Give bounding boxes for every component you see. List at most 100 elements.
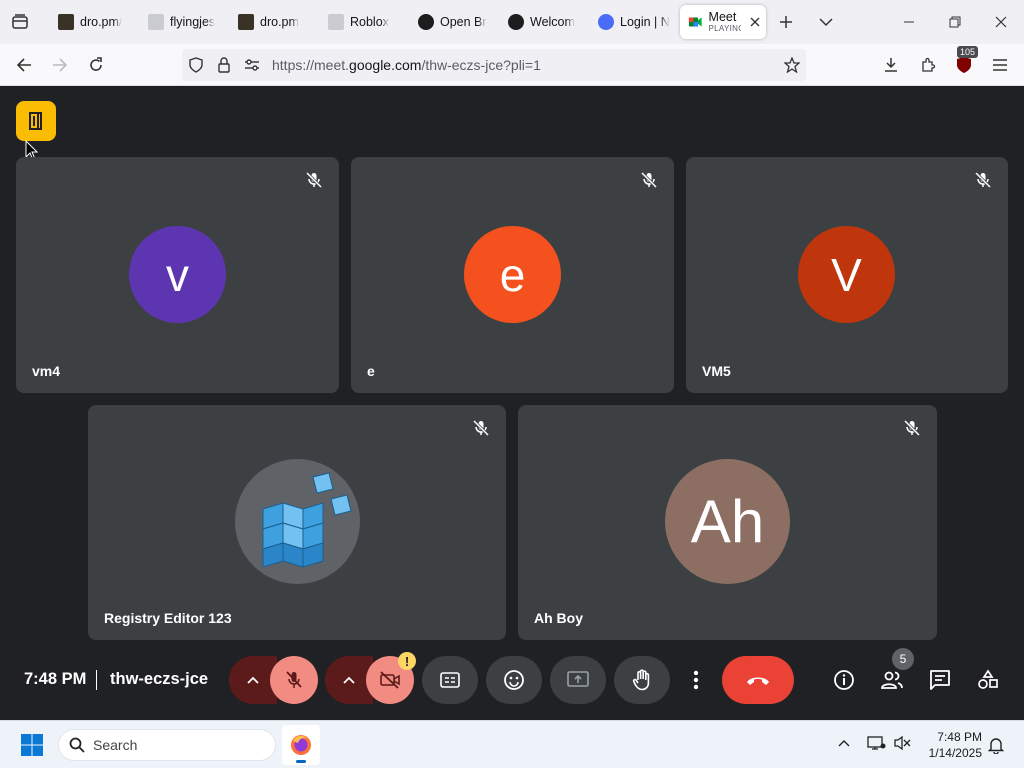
- reactions-button[interactable]: [486, 656, 542, 704]
- firefox-taskbar-button[interactable]: [282, 725, 320, 765]
- end-call-icon: [747, 677, 769, 685]
- ublock-shield-icon: [957, 57, 971, 73]
- muted-mic-icon: [974, 171, 992, 189]
- taskbar-search-box[interactable]: Search: [58, 729, 276, 761]
- tab-list-button[interactable]: [0, 0, 40, 44]
- participant-tile[interactable]: Ah Ah Boy: [518, 405, 937, 640]
- registry-editor-icon: [262, 471, 352, 568]
- download-icon: [885, 58, 897, 72]
- mic-off-icon: [286, 671, 302, 688]
- reload-button[interactable]: [81, 50, 111, 80]
- browser-tab[interactable]: flyingjes: [140, 5, 230, 39]
- forward-arrow-icon: [53, 58, 68, 72]
- url-text[interactable]: https://meet.google.com/thw-eczs-jce?pli…: [272, 57, 541, 73]
- browser-tab[interactable]: Welcom: [500, 5, 590, 39]
- browser-tab[interactable]: dro.pm/: [50, 5, 140, 39]
- meet-favicon-icon: [688, 17, 702, 27]
- present-screen-button[interactable]: [550, 656, 606, 704]
- chat-icon: [930, 670, 950, 690]
- tab-favicon-icon: [148, 14, 164, 30]
- browser-tab[interactable]: Open Br: [410, 5, 500, 39]
- back-arrow-icon: [16, 58, 31, 72]
- muted-mic-icon: [640, 171, 658, 189]
- browser-tab[interactable]: Roblox: [320, 5, 410, 39]
- muted-mic-icon: [472, 419, 490, 437]
- list-all-tabs-button[interactable]: [806, 0, 846, 44]
- chevron-up-icon: [247, 676, 259, 684]
- emoji-icon: [504, 670, 524, 690]
- shield-icon: [189, 57, 203, 73]
- more-options-button[interactable]: [678, 656, 714, 704]
- close-icon: [750, 17, 760, 27]
- site-permissions-button[interactable]: [238, 49, 266, 81]
- warning-badge: !: [398, 652, 416, 670]
- present-screen-icon: [567, 671, 589, 687]
- meeting-code: thw-eczs-jce: [110, 670, 209, 688]
- firefox-icon: [291, 735, 311, 755]
- puzzle-icon: [922, 57, 936, 72]
- participant-avatar: e: [464, 226, 561, 323]
- close-icon: [995, 16, 1007, 28]
- search-icon: [69, 737, 85, 753]
- participant-name: vm4: [32, 363, 61, 379]
- microphone-toggle-button[interactable]: [270, 656, 318, 704]
- close-window-button[interactable]: [978, 0, 1024, 44]
- hand-icon: [632, 669, 650, 691]
- participant-tile[interactable]: v vm4: [16, 157, 339, 393]
- minimize-button[interactable]: [886, 0, 932, 44]
- tab-strip: dro.pm/ flyingjes dro.pm Roblox Open Br …: [0, 0, 1024, 44]
- new-tab-button[interactable]: [766, 0, 806, 44]
- participant-tile[interactable]: e e: [351, 157, 674, 393]
- restore-button[interactable]: [932, 0, 978, 44]
- permissions-icon: [245, 59, 259, 71]
- meeting-details-button[interactable]: [826, 662, 862, 698]
- ublock-extension-button[interactable]: 105: [949, 46, 979, 80]
- back-button[interactable]: [9, 50, 39, 80]
- restore-icon: [949, 16, 961, 28]
- tracking-protection-button[interactable]: [182, 49, 210, 81]
- captions-button[interactable]: [422, 656, 478, 704]
- forward-button[interactable]: [45, 50, 75, 80]
- people-icon: [881, 671, 903, 689]
- tab-favicon-icon: [238, 14, 254, 30]
- participant-avatar: V: [798, 226, 895, 323]
- participant-avatar: Ah: [665, 459, 790, 584]
- chat-button[interactable]: [922, 662, 958, 698]
- participant-avatar: [235, 459, 360, 584]
- leave-room-button[interactable]: [16, 101, 56, 141]
- participant-count-badge: 5: [892, 648, 914, 670]
- tab-list-icon: [12, 14, 28, 29]
- browser-tab[interactable]: dro.pm: [230, 5, 320, 39]
- downloads-button[interactable]: [876, 50, 906, 80]
- browser-tab-active[interactable]: Meet PLAYING: [680, 5, 766, 39]
- muted-mic-icon: [305, 171, 323, 189]
- close-tab-button[interactable]: [747, 14, 762, 30]
- app-menu-button[interactable]: [985, 50, 1015, 80]
- browser-tab[interactable]: Login | N: [590, 5, 680, 39]
- star-icon: [784, 57, 800, 73]
- site-security-button[interactable]: [210, 49, 238, 81]
- show-hidden-icons-chevron-icon[interactable]: [838, 739, 850, 747]
- meet-call-area: v vm4 e e V VM5 Registry Editor 123 Ah A…: [0, 86, 1024, 720]
- meeting-clock: 7:48 PM: [24, 670, 87, 688]
- raise-hand-button[interactable]: [614, 656, 670, 704]
- tab-favicon-icon: [598, 14, 614, 30]
- closed-captions-icon: [440, 672, 460, 688]
- divider: [96, 670, 97, 690]
- volume-muted-icon[interactable]: [893, 735, 911, 751]
- activities-button[interactable]: [970, 662, 1006, 698]
- bookmark-star-button[interactable]: [778, 49, 806, 81]
- participant-tile[interactable]: Registry Editor 123: [88, 405, 506, 640]
- leave-call-button[interactable]: [722, 656, 794, 704]
- extensions-button[interactable]: [913, 50, 943, 80]
- address-bar[interactable]: https://meet.google.com/thw-eczs-jce?pli…: [182, 49, 806, 81]
- windows-start-icon[interactable]: [20, 733, 44, 757]
- chevron-up-icon: [343, 676, 355, 684]
- participant-name: e: [367, 363, 375, 379]
- participant-tile[interactable]: V VM5: [686, 157, 1008, 393]
- notification-bell-icon[interactable]: [988, 736, 1004, 754]
- taskbar-clock[interactable]: 7:48 PM 1/14/2025: [920, 729, 982, 761]
- network-display-icon[interactable]: [866, 735, 886, 751]
- activities-shapes-icon: [978, 669, 998, 689]
- info-icon: [834, 670, 854, 690]
